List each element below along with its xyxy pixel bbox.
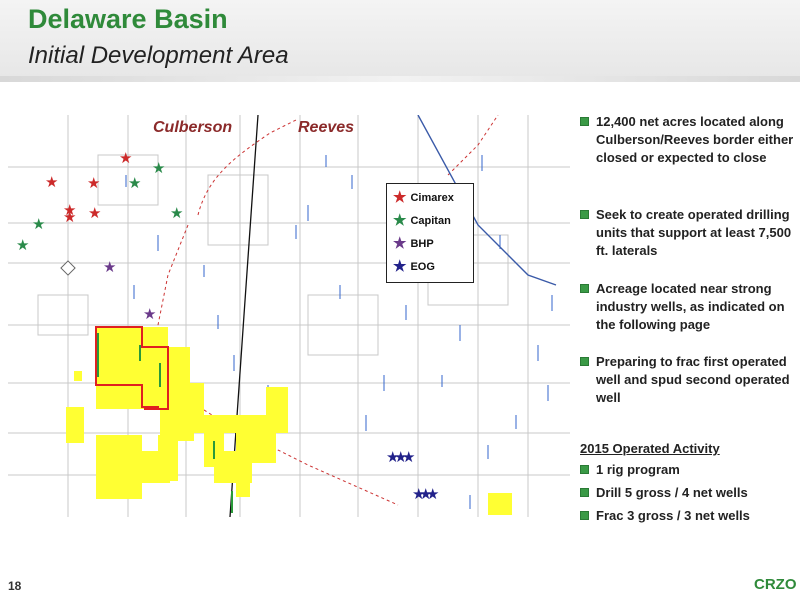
bullet-icon <box>580 210 589 219</box>
slide-title: Delaware Basin <box>28 4 228 34</box>
legend-item-capitan: ★ Capitan <box>393 213 451 228</box>
cimarex-well-star-icon: ★ <box>87 175 101 192</box>
county-road-line <box>155 118 299 376</box>
activity-item: Frac 3 gross / 3 net wells <box>580 507 795 525</box>
acreage-blocks <box>66 327 512 515</box>
acreage-map: ★ ★ ★ ★ ★ ★ ★ ★ ★ ★ ★ ★ ★ ★ ★ ★ ★ ★ ★ Cu… <box>8 115 570 517</box>
activity-item: Drill 5 gross / 4 net wells <box>580 484 795 502</box>
well-sticks <box>125 155 553 509</box>
eog-well-star-icon: ★ <box>402 449 416 466</box>
company-logo: CRZO <box>754 576 797 593</box>
bullet-icon <box>580 511 589 520</box>
bullet-item: Acreage located near strong industry wel… <box>580 280 795 334</box>
bullet-icon <box>580 357 589 366</box>
capitan-well-star-icon: ★ <box>128 175 142 192</box>
bullet-item: 12,400 net acres located along Culberson… <box>580 113 795 167</box>
legend-label: Cimarex <box>410 191 454 204</box>
county-label-culberson: Culberson <box>153 119 233 136</box>
cimarex-well-star-icon: ★ <box>63 209 77 226</box>
bullet-item: Seek to create operated drilling units t… <box>580 206 795 260</box>
bullet-icon <box>580 117 589 126</box>
cimarex-well-star-icon: ★ <box>45 174 59 191</box>
star-icon: ★ <box>393 212 407 229</box>
legend-item-bhp: ★ BHP <box>393 236 434 251</box>
road-line-ne <box>447 115 499 176</box>
capitan-well-star-icon: ★ <box>170 205 184 222</box>
legend-item-cimarex: ★ Cimarex <box>393 190 454 205</box>
capitan-well-star-icon: ★ <box>32 216 46 233</box>
legend-label: EOG <box>410 260 435 273</box>
bullet-icon <box>580 465 589 474</box>
bullet-icon <box>580 284 589 293</box>
star-icon: ★ <box>393 189 407 206</box>
bhp-well-star-icon: ★ <box>143 306 157 323</box>
capitan-well-star-icon: ★ <box>16 237 30 254</box>
cimarex-well-star-icon: ★ <box>88 205 102 222</box>
bullet-icon <box>580 488 589 497</box>
activity-heading: 2015 Operated Activity <box>580 441 720 456</box>
cimarex-well-star-icon: ★ <box>119 150 133 167</box>
capitan-well-star-icon: ★ <box>152 160 166 177</box>
page-number: 18 <box>8 579 22 593</box>
star-icon: ★ <box>393 258 407 275</box>
star-icon: ★ <box>393 235 407 252</box>
legend-label: BHP <box>410 237 434 250</box>
map-legend: ★ Cimarex ★ Capitan ★ BHP ★ EOG <box>386 183 474 283</box>
eog-well-star-icon: ★ <box>426 486 440 503</box>
legend-label: Capitan <box>410 214 451 227</box>
bullet-item: Preparing to frac first operated well an… <box>580 353 795 407</box>
activity-item: 1 rig program <box>580 461 795 479</box>
county-label-reeves: Reeves <box>298 119 355 136</box>
legend-item-eog: ★ EOG <box>393 259 435 274</box>
slide-subtitle: Initial Development Area <box>28 42 289 69</box>
bhp-well-star-icon: ★ <box>103 259 117 276</box>
